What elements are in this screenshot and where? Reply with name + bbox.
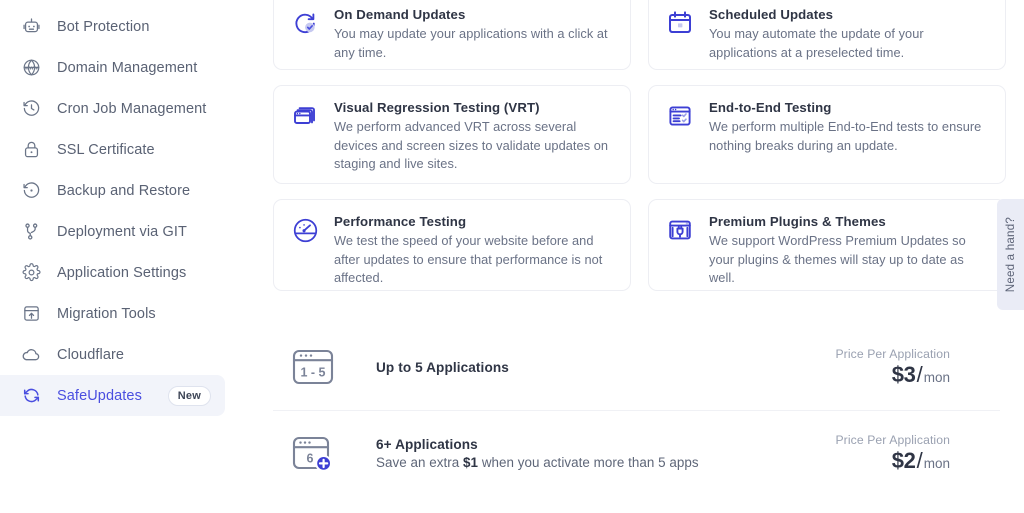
feature-card-desc: We test the speed of your website before… xyxy=(334,233,603,285)
pricing-sub-after: when you activate more than 5 apps xyxy=(478,455,699,470)
globe-www-icon: www xyxy=(21,58,41,78)
sidebar-item-cloudflare[interactable]: Cloudflare xyxy=(0,334,225,375)
price-separator: / xyxy=(916,448,923,473)
need-a-hand-label: Need a hand? xyxy=(1004,216,1017,293)
sidebar-item-label: Migration Tools xyxy=(57,305,156,322)
bot-icon xyxy=(21,17,41,37)
sidebar-item-safeupdates[interactable]: SafeUpdates New xyxy=(0,375,225,416)
feature-card-visual-regression-testing: Visual Regression Testing (VRT) We perfo… xyxy=(273,85,631,184)
gear-icon xyxy=(21,263,41,283)
browser-range-icon: 1 - 5 xyxy=(289,343,337,391)
feature-card-end-to-end-testing: End-to-End Testing We perform multiple E… xyxy=(648,85,1006,184)
cloud-icon xyxy=(21,345,41,365)
feature-card-desc: We support WordPress Premium Updates so … xyxy=(709,233,966,285)
speedometer-icon xyxy=(290,215,320,245)
restore-icon xyxy=(21,181,41,201)
feature-card-title: Visual Regression Testing (VRT) xyxy=(334,100,540,115)
pricing-row-title: Up to 5 Applications xyxy=(376,359,509,375)
pricing-row-subtitle: Save an extra $1 when you activate more … xyxy=(376,455,835,470)
browser-plus-icon: 6 xyxy=(289,430,337,478)
sidebar-item-ssl-certificate[interactable]: SSL Certificate xyxy=(0,129,225,170)
sidebar-item-label: Domain Management xyxy=(57,59,198,76)
browser-windows-icon xyxy=(290,101,320,131)
price-per-application-label: Price Per Application xyxy=(835,346,950,361)
safeupdates-refresh-icon xyxy=(21,386,41,406)
feature-card-desc: We perform advanced VRT across several d… xyxy=(334,119,609,171)
sidebar-item-cron-job-management[interactable]: Cron Job Management xyxy=(0,88,225,129)
feature-card-title: Scheduled Updates xyxy=(709,7,834,22)
feature-card-title: End-to-End Testing xyxy=(709,100,832,115)
pricing-sub-bold: $1 xyxy=(463,455,479,470)
feature-card-premium-plugins-themes: Premium Plugins & Themes We support Word… xyxy=(648,199,1006,291)
sidebar-item-label: Cloudflare xyxy=(57,346,125,363)
sidebar-item-bot-protection[interactable]: Bot Protection xyxy=(0,6,225,47)
price-amount: $3/mon xyxy=(835,362,950,388)
price-value: $2 xyxy=(891,448,916,473)
sidebar-nav: Bot Protection www Domain Management Cro… xyxy=(0,0,225,513)
feature-card-desc: You may update your applications with a … xyxy=(334,26,608,60)
pricing-row-6-plus: 6 6+ Applications Save an extra $1 when … xyxy=(273,410,1000,496)
calendar-icon xyxy=(665,8,695,38)
refresh-check-icon xyxy=(290,8,320,38)
pricing-row-title: 6+ Applications xyxy=(376,437,478,452)
checklist-browser-icon xyxy=(665,101,695,131)
svg-text:www: www xyxy=(23,66,38,72)
pricing-sub-before: Save an extra xyxy=(376,455,464,470)
pricing-icon-text: 1 - 5 xyxy=(300,365,325,379)
sidebar-item-domain-management[interactable]: www Domain Management xyxy=(0,47,225,88)
pricing-list: 1 - 5 Up to 5 Applications Price Per App… xyxy=(273,324,1006,496)
price-per-application-label: Price Per Application xyxy=(835,433,950,447)
status-badge: New xyxy=(167,385,211,406)
sidebar-item-backup-and-restore[interactable]: Backup and Restore xyxy=(0,170,225,211)
feature-card-on-demand-updates: On Demand Updates You may update your ap… xyxy=(273,0,631,70)
pricing-row-up-to-5: 1 - 5 Up to 5 Applications Price Per App… xyxy=(273,324,1000,410)
price-period: mon xyxy=(923,456,950,471)
feature-card-title: Premium Plugins & Themes xyxy=(709,214,886,229)
sidebar-item-application-settings[interactable]: Application Settings xyxy=(0,252,225,293)
sidebar-item-label: Deployment via GIT xyxy=(57,223,187,240)
feature-card-desc: We perform multiple End-to-End tests to … xyxy=(709,119,982,153)
feature-card-title: On Demand Updates xyxy=(334,7,466,22)
pricing-icon-text: 6 xyxy=(307,451,314,465)
price-period: mon xyxy=(923,369,950,385)
safeupdates-page: Bot Protection www Domain Management Cro… xyxy=(0,0,1024,513)
feature-card-performance-testing: Performance Testing We test the speed of… xyxy=(273,199,631,291)
sidebar-item-label: Bot Protection xyxy=(57,18,150,35)
need-a-hand-tab[interactable]: Need a hand? xyxy=(997,199,1024,310)
feature-cards-grid: On Demand Updates You may update your ap… xyxy=(273,0,1006,291)
sidebar-item-migration-tools[interactable]: Migration Tools xyxy=(0,293,225,334)
feature-card-scheduled-updates: Scheduled Updates You may automate the u… xyxy=(648,0,1006,70)
lock-icon xyxy=(21,140,41,160)
git-branch-icon xyxy=(21,222,41,242)
price-amount: $2/mon xyxy=(835,448,950,474)
sidebar-item-label: Backup and Restore xyxy=(57,182,191,199)
sidebar-item-label: Application Settings xyxy=(57,264,187,281)
clock-history-icon xyxy=(21,99,41,119)
price-separator: / xyxy=(916,361,923,387)
price-value: $3 xyxy=(891,361,916,387)
sidebar-item-label: Cron Job Management xyxy=(57,100,207,117)
main-content: On Demand Updates You may update your ap… xyxy=(225,0,1024,513)
feature-card-title: Performance Testing xyxy=(334,214,467,229)
feature-card-desc: You may automate the update of your appl… xyxy=(709,26,924,60)
sidebar-item-label: SSL Certificate xyxy=(57,141,155,158)
migration-upload-icon xyxy=(21,304,41,324)
sidebar-item-deployment-via-git[interactable]: Deployment via GIT xyxy=(0,211,225,252)
sidebar-item-label: SafeUpdates xyxy=(57,387,142,404)
plugin-browser-icon xyxy=(665,215,695,245)
